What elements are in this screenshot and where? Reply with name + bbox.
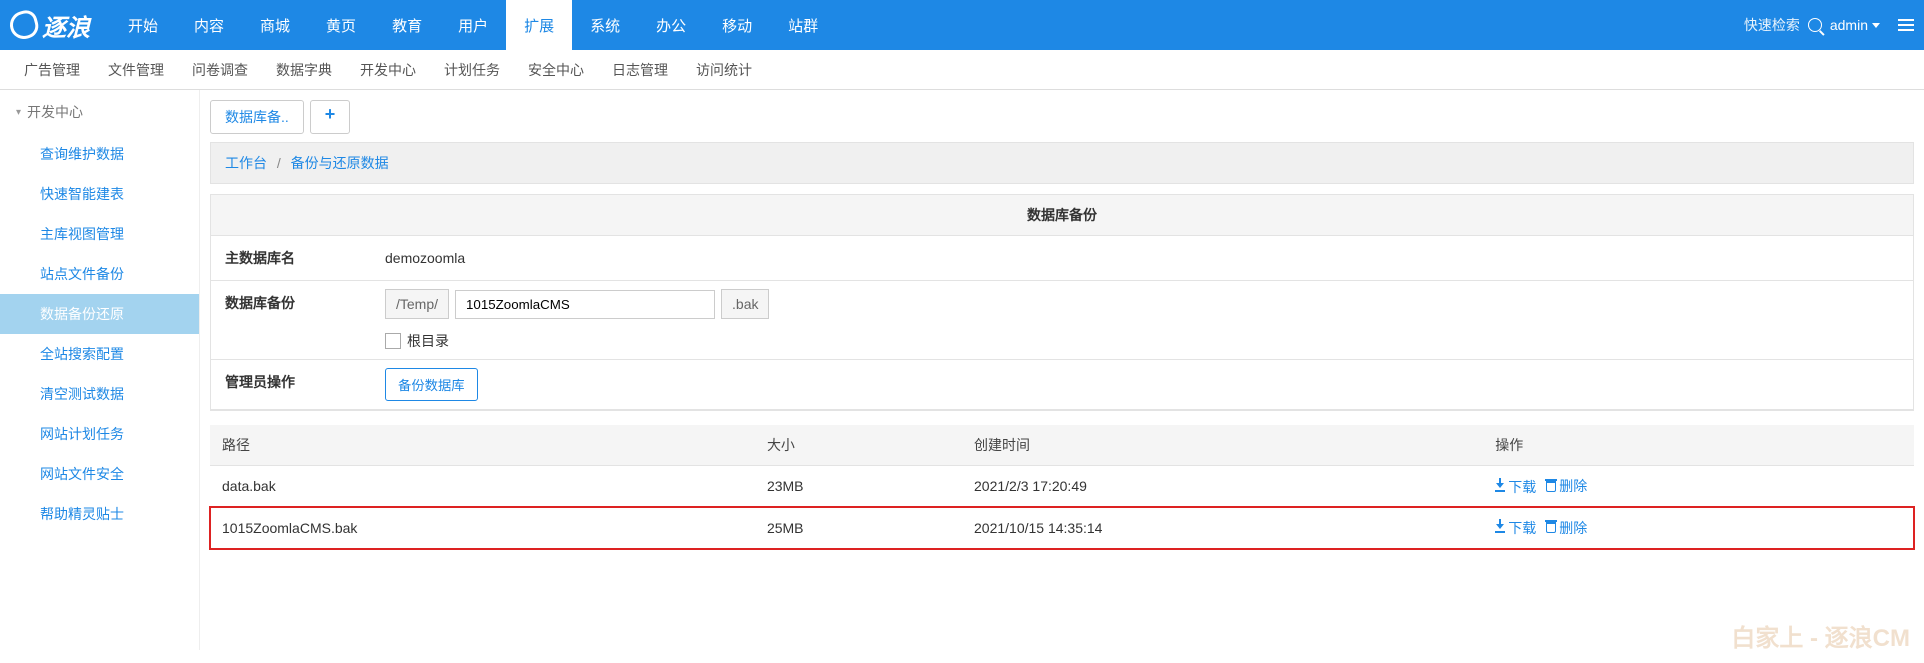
quick-search-label: 快速检索	[1744, 15, 1800, 35]
download-icon	[1495, 482, 1505, 492]
nav-item-4[interactable]: 教育	[374, 0, 440, 50]
logo-icon	[7, 8, 41, 42]
nav-item-7[interactable]: 系统	[572, 0, 638, 50]
nav-item-5[interactable]: 用户	[440, 0, 506, 50]
sidebar-item-8[interactable]: 网站文件安全	[0, 454, 199, 494]
sidebar-item-5[interactable]: 全站搜索配置	[0, 334, 199, 374]
sidebar-title: 开发中心	[27, 102, 83, 122]
logo-text: 逐浪	[42, 8, 90, 43]
subnav-item-2[interactable]: 问卷调查	[178, 60, 262, 80]
sidebar-list: 查询维护数据快速智能建表主库视图管理站点文件备份数据备份还原全站搜索配置清空测试…	[0, 134, 199, 534]
logo[interactable]: 逐浪	[10, 8, 90, 43]
cell-path: 1015ZoomlaCMS.bak	[210, 507, 755, 549]
primary-nav: 开始内容商城黄页教育用户扩展系统办公移动站群	[110, 0, 1744, 50]
cell-path: data.bak	[210, 466, 755, 508]
breadcrumb-sep: /	[277, 155, 281, 171]
nav-item-3[interactable]: 黄页	[308, 0, 374, 50]
sub-nav: 广告管理文件管理问卷调查数据字典开发中心计划任务安全中心日志管理访问统计	[0, 50, 1924, 90]
download-link[interactable]: 下载	[1495, 518, 1536, 538]
nav-item-6[interactable]: 扩展	[506, 0, 572, 50]
menu-icon[interactable]	[1898, 19, 1914, 31]
table-row: data.bak23MB2021/2/3 17:20:49下载删除	[210, 466, 1914, 508]
path-suffix: .bak	[721, 289, 769, 319]
user-menu[interactable]: admin	[1830, 17, 1880, 33]
tab-add-button[interactable]: +	[310, 100, 351, 134]
grid-header-1: 大小	[755, 425, 962, 466]
breadcrumb-current[interactable]: 备份与还原数据	[291, 155, 389, 171]
chevron-down-icon: ▾	[16, 107, 21, 118]
breadcrumb-workbench[interactable]: 工作台	[225, 155, 267, 171]
download-icon	[1495, 523, 1505, 533]
subnav-item-8[interactable]: 访问统计	[682, 60, 766, 80]
delete-link[interactable]: 删除	[1546, 476, 1587, 496]
breadcrumb: 工作台 / 备份与还原数据	[210, 142, 1914, 184]
table-row: 1015ZoomlaCMS.bak25MB2021/10/15 14:35:14…	[210, 507, 1914, 549]
tab-bar: 数据库备.. +	[210, 100, 1914, 134]
sidebar-item-7[interactable]: 网站计划任务	[0, 414, 199, 454]
tab-db-backup[interactable]: 数据库备..	[210, 100, 304, 134]
cell-actions: 下载删除	[1483, 507, 1914, 549]
sidebar-item-2[interactable]: 主库视图管理	[0, 214, 199, 254]
grid-header-row: 路径大小创建时间操作	[210, 425, 1914, 466]
subnav-item-1[interactable]: 文件管理	[94, 60, 178, 80]
trash-icon	[1546, 481, 1556, 492]
sidebar-item-1[interactable]: 快速智能建表	[0, 174, 199, 214]
top-bar: 逐浪 开始内容商城黄页教育用户扩展系统办公移动站群 快速检索 admin	[0, 0, 1924, 50]
label-admin-op: 管理员操作	[211, 360, 371, 409]
subnav-item-6[interactable]: 安全中心	[514, 60, 598, 80]
search-icon[interactable]	[1808, 18, 1822, 32]
cell-time: 2021/2/3 17:20:49	[962, 466, 1483, 508]
sidebar-header[interactable]: ▾ 开发中心	[0, 90, 199, 134]
row-backup-path: 数据库备份 /Temp/ .bak 根目录	[211, 281, 1913, 360]
download-link[interactable]: 下载	[1495, 477, 1536, 497]
nav-item-2[interactable]: 商城	[242, 0, 308, 50]
filename-input[interactable]	[455, 290, 715, 319]
path-prefix: /Temp/	[385, 289, 449, 319]
nav-item-9[interactable]: 移动	[704, 0, 770, 50]
sidebar-item-4[interactable]: 数据备份还原	[0, 294, 199, 334]
subnav-item-4[interactable]: 开发中心	[346, 60, 430, 80]
panel-title: 数据库备份	[211, 195, 1913, 236]
sidebar: ▾ 开发中心 查询维护数据快速智能建表主库视图管理站点文件备份数据备份还原全站搜…	[0, 90, 200, 650]
value-dbname: demozoomla	[371, 236, 1913, 280]
subnav-item-0[interactable]: 广告管理	[10, 60, 94, 80]
user-name: admin	[1830, 17, 1868, 33]
nav-item-1[interactable]: 内容	[176, 0, 242, 50]
backup-grid: 路径大小创建时间操作 data.bak23MB2021/2/3 17:20:49…	[210, 425, 1914, 549]
cell-size: 23MB	[755, 466, 962, 508]
content: 数据库备.. + 工作台 / 备份与还原数据 数据库备份 主数据库名 demoz…	[200, 90, 1924, 650]
sidebar-item-9[interactable]: 帮助精灵贴士	[0, 494, 199, 534]
sidebar-item-6[interactable]: 清空测试数据	[0, 374, 199, 414]
root-label: 根目录	[407, 331, 449, 351]
label-backup: 数据库备份	[211, 281, 371, 359]
cell-size: 25MB	[755, 507, 962, 549]
root-checkbox[interactable]	[385, 333, 401, 349]
trash-icon	[1546, 522, 1556, 533]
main-area: ▾ 开发中心 查询维护数据快速智能建表主库视图管理站点文件备份数据备份还原全站搜…	[0, 90, 1924, 650]
backup-panel: 数据库备份 主数据库名 demozoomla 数据库备份 /Temp/ .bak…	[210, 194, 1914, 411]
cell-time: 2021/10/15 14:35:14	[962, 507, 1483, 549]
chevron-down-icon	[1872, 23, 1880, 28]
subnav-item-5[interactable]: 计划任务	[430, 60, 514, 80]
delete-link[interactable]: 删除	[1546, 518, 1587, 538]
sidebar-item-0[interactable]: 查询维护数据	[0, 134, 199, 174]
grid-header-2: 创建时间	[962, 425, 1483, 466]
subnav-item-7[interactable]: 日志管理	[598, 60, 682, 80]
label-dbname: 主数据库名	[211, 236, 371, 280]
grid-header-0: 路径	[210, 425, 755, 466]
backup-db-button[interactable]: 备份数据库	[385, 368, 478, 401]
row-dbname: 主数据库名 demozoomla	[211, 236, 1913, 281]
nav-item-8[interactable]: 办公	[638, 0, 704, 50]
top-right: 快速检索 admin	[1744, 15, 1914, 35]
cell-actions: 下载删除	[1483, 466, 1914, 508]
sidebar-item-3[interactable]: 站点文件备份	[0, 254, 199, 294]
grid-header-3: 操作	[1483, 425, 1914, 466]
row-admin-op: 管理员操作 备份数据库	[211, 360, 1913, 410]
subnav-item-3[interactable]: 数据字典	[262, 60, 346, 80]
nav-item-0[interactable]: 开始	[110, 0, 176, 50]
nav-item-10[interactable]: 站群	[770, 0, 836, 50]
